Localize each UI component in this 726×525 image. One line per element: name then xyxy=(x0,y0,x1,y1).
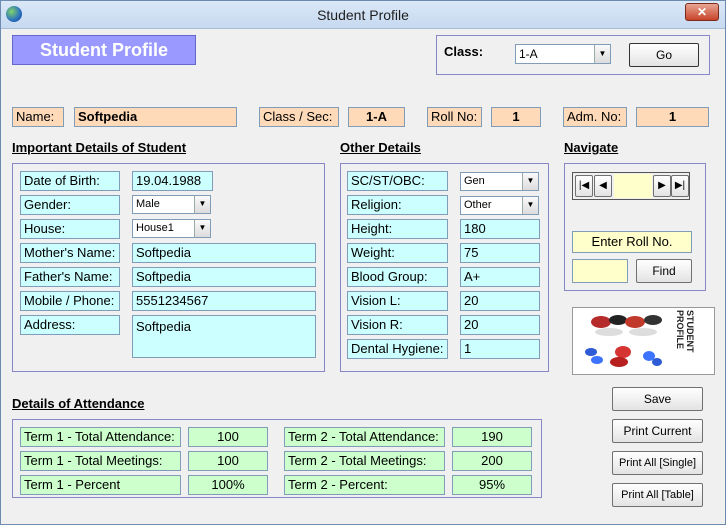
visionr-field[interactable]: 20 xyxy=(460,315,540,335)
class-sec-value: 1-A xyxy=(348,107,405,127)
next-record-button[interactable]: ▶ xyxy=(653,175,671,197)
enter-roll-label: Enter Roll No. xyxy=(572,231,692,253)
t1-meet-value: 100 xyxy=(188,451,268,471)
mobile-label: Mobile / Phone: xyxy=(20,291,120,311)
name-label: Name: xyxy=(12,107,64,127)
last-record-button[interactable]: ▶| xyxy=(671,175,689,197)
prev-record-button[interactable]: ◀ xyxy=(594,175,612,197)
height-label: Height: xyxy=(347,219,448,239)
attendance-heading: Details of Attendance xyxy=(12,396,145,411)
blood-label: Blood Group: xyxy=(347,267,448,287)
t2-meet-label: Term 2 - Total Meetings: xyxy=(284,451,445,471)
t2-pct-label: Term 2 - Percent: xyxy=(284,475,445,495)
gender-label: Gender: xyxy=(20,195,120,215)
house-label: House: xyxy=(20,219,120,239)
father-field[interactable]: Softpedia xyxy=(132,267,316,287)
banner: Student Profile xyxy=(12,35,196,65)
class-sec-label: Class / Sec: xyxy=(259,107,339,127)
save-button[interactable]: Save xyxy=(612,387,703,411)
name-value: Softpedia xyxy=(74,107,237,127)
chevron-down-icon[interactable]: ▼ xyxy=(194,220,210,237)
print-current-button[interactable]: Print Current xyxy=(612,419,703,443)
religion-label: Religion: xyxy=(347,195,448,215)
visionl-field[interactable]: 20 xyxy=(460,291,540,311)
mother-label: Mother's Name: xyxy=(20,243,120,263)
weight-field[interactable]: 75 xyxy=(460,243,540,263)
adm-label: Adm. No: xyxy=(563,107,627,127)
t2-att-label: Term 2 - Total Attendance: xyxy=(284,427,445,447)
gender-select-value: Male xyxy=(136,198,160,210)
chevron-down-icon[interactable]: ▼ xyxy=(522,173,538,190)
roll-search-input[interactable] xyxy=(572,259,628,283)
address-label: Address: xyxy=(20,315,120,335)
height-field[interactable]: 180 xyxy=(460,219,540,239)
adm-value: 1 xyxy=(636,107,709,127)
print-all-table-button[interactable]: Print All [Table] xyxy=(612,483,703,507)
t2-meet-value: 200 xyxy=(452,451,532,471)
father-label: Father's Name: xyxy=(20,267,120,287)
address-field[interactable]: Softpedia xyxy=(132,315,316,358)
class-select[interactable]: 1-A ▼ xyxy=(515,44,611,64)
caste-select-value: Gen xyxy=(464,175,485,187)
class-label: Class: xyxy=(444,44,484,59)
t1-att-value: 100 xyxy=(188,427,268,447)
dob-field[interactable]: 19.04.1988 xyxy=(132,171,213,191)
house-select-value: House1 xyxy=(136,222,174,234)
chevron-down-icon[interactable]: ▼ xyxy=(194,196,210,213)
mother-field[interactable]: Softpedia xyxy=(132,243,316,263)
t1-att-label: Term 1 - Total Attendance: xyxy=(20,427,181,447)
caste-label: SC/ST/OBC: xyxy=(347,171,448,191)
mobile-field[interactable]: 5551234567 xyxy=(132,291,316,311)
window-title: Student Profile xyxy=(317,7,409,23)
caste-select[interactable]: Gen ▼ xyxy=(460,172,539,191)
religion-select-value: Other xyxy=(464,199,492,211)
title-bar[interactable]: Student Profile ✕ xyxy=(1,1,725,29)
house-select[interactable]: House1 ▼ xyxy=(132,219,211,238)
find-button[interactable]: Find xyxy=(636,259,692,283)
first-record-button[interactable]: |◀ xyxy=(575,175,593,197)
t2-pct-value: 95% xyxy=(452,475,532,495)
roll-label: Roll No: xyxy=(427,107,482,127)
navigate-heading: Navigate xyxy=(564,140,619,155)
dob-label: Date of Birth: xyxy=(20,171,120,191)
class-select-value: 1-A xyxy=(519,47,538,61)
gender-select[interactable]: Male ▼ xyxy=(132,195,211,214)
go-button[interactable]: Go xyxy=(629,43,699,67)
navigator-bar: |◀ ◀ ▶ ▶| xyxy=(572,172,690,200)
visionr-label: Vision R: xyxy=(347,315,448,335)
religion-select[interactable]: Other ▼ xyxy=(460,196,539,215)
blood-field[interactable]: A+ xyxy=(460,267,540,287)
banner-title: Student Profile xyxy=(39,40,168,60)
t1-meet-label: Term 1 - Total Meetings: xyxy=(20,451,181,471)
logo-text: STUDENT PROFILE xyxy=(675,310,695,353)
chevron-down-icon[interactable]: ▼ xyxy=(522,197,538,214)
print-all-single-button[interactable]: Print All [Single] xyxy=(612,451,703,475)
record-display xyxy=(614,174,652,198)
t2-att-value: 190 xyxy=(452,427,532,447)
roll-value: 1 xyxy=(491,107,541,127)
t1-pct-value: 100% xyxy=(188,475,268,495)
weight-label: Weight: xyxy=(347,243,448,263)
chevron-down-icon[interactable]: ▼ xyxy=(594,45,610,63)
visionl-label: Vision L: xyxy=(347,291,448,311)
other-heading: Other Details xyxy=(340,140,421,155)
dental-field[interactable]: 1 xyxy=(460,339,540,359)
main-window: Student Profile ✕ Student Profile Class:… xyxy=(0,0,726,525)
student-profile-logo: STUDENT PROFILE xyxy=(572,307,715,375)
t1-pct-label: Term 1 - Percent xyxy=(20,475,181,495)
dental-label: Dental Hygiene: xyxy=(347,339,448,359)
important-heading: Important Details of Student xyxy=(12,140,187,155)
close-button[interactable]: ✕ xyxy=(685,3,719,21)
